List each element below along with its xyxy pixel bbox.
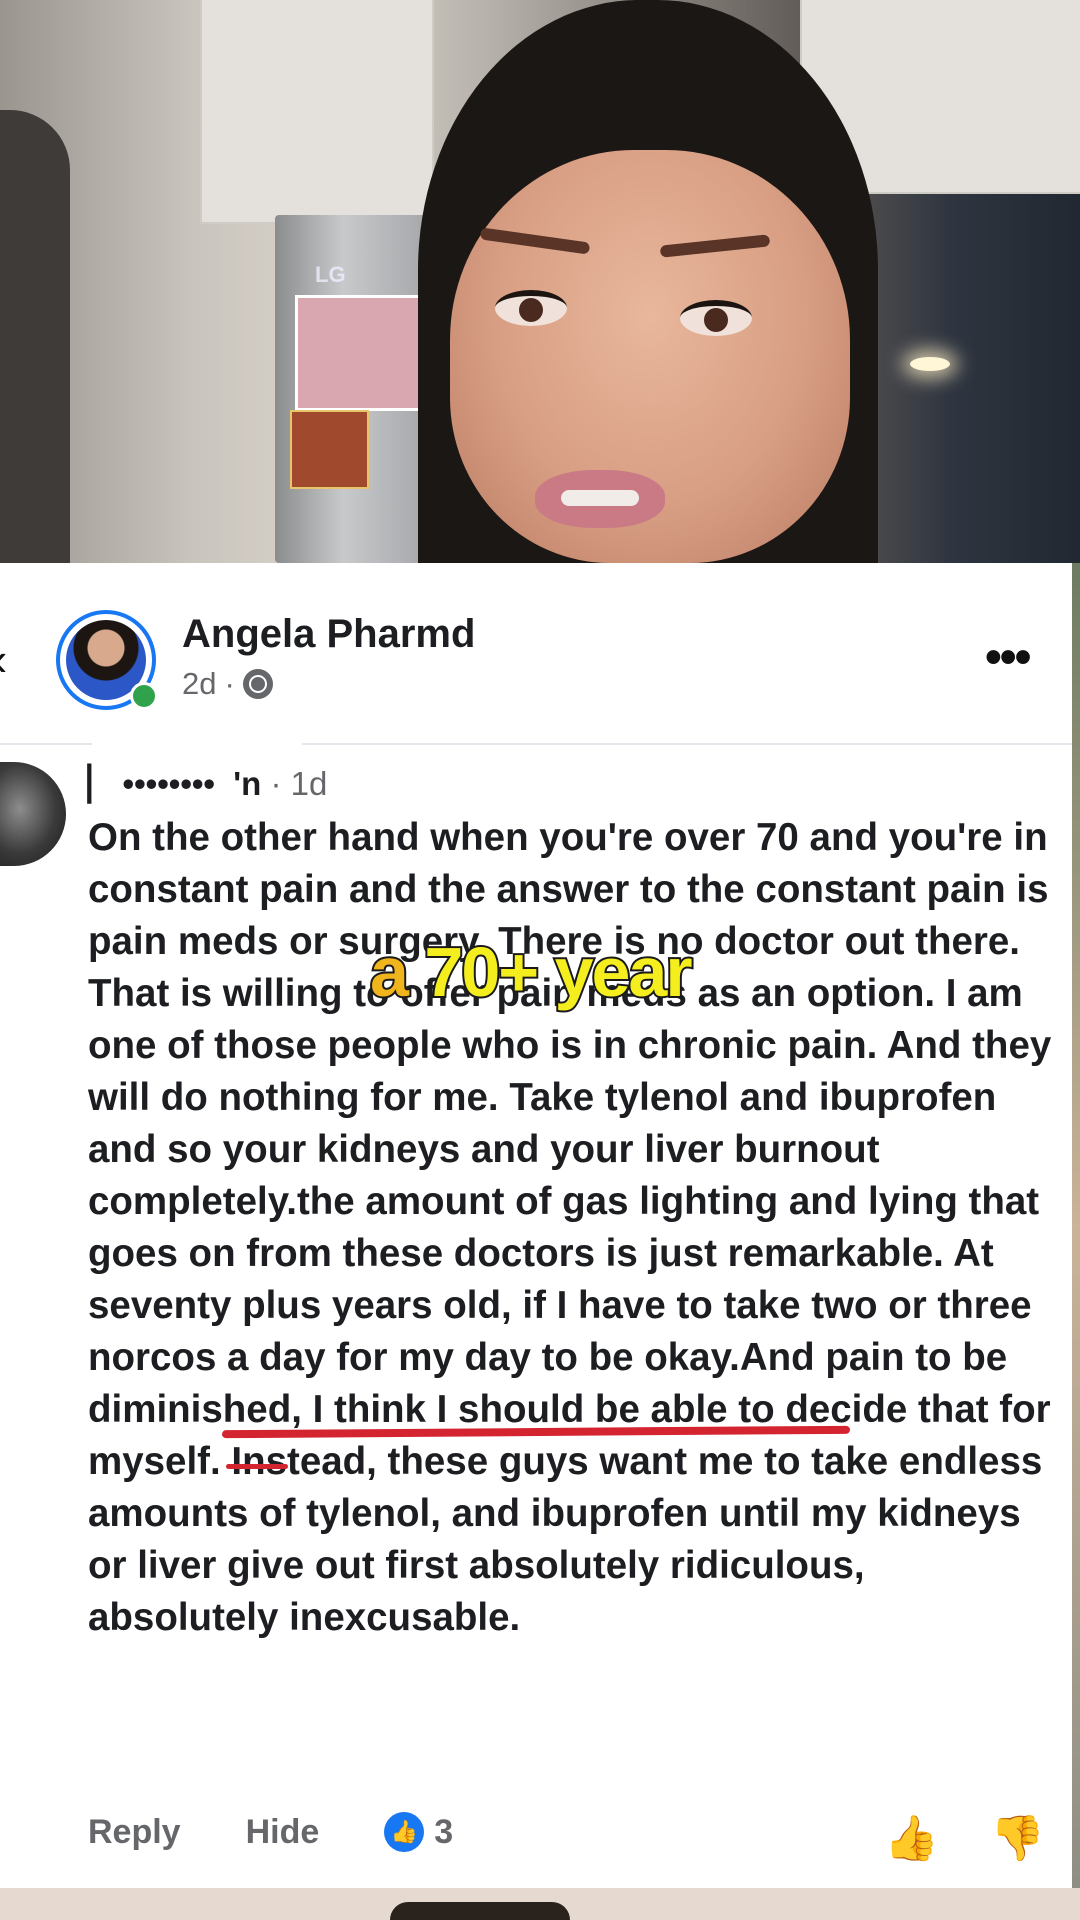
- fridge-logo: LG: [315, 262, 346, 287]
- background-edge: [1072, 563, 1080, 1888]
- caption-text: 70+ year: [406, 931, 694, 1013]
- meta-separator: ·: [224, 666, 235, 701]
- comment-time: · 1d: [270, 765, 328, 802]
- ceiling-light: [910, 357, 950, 371]
- fridge-photo-magnet: [295, 295, 431, 411]
- back-arrow-icon[interactable]: ‹: [0, 632, 7, 686]
- post-meta: 2d ·: [182, 666, 273, 702]
- post-author-name[interactable]: Angela Pharmd: [182, 612, 475, 657]
- red-strike: [226, 1464, 288, 1469]
- thumbs-down-icon[interactable]: 👎: [990, 1812, 1045, 1864]
- post-age: 2d: [182, 666, 217, 701]
- mouth: [535, 470, 665, 528]
- thumbs-up-icon[interactable]: 👍: [884, 1812, 939, 1864]
- comment-meta: ▏ •••••••• 'n · 1d: [88, 764, 327, 803]
- kitchen-cabinet: [200, 0, 434, 224]
- video-bottom-edge: [0, 1888, 1080, 1920]
- eye: [495, 290, 567, 326]
- online-status-dot: [130, 682, 158, 710]
- hide-button[interactable]: Hide: [246, 1813, 320, 1852]
- caption-highlight: a: [368, 931, 411, 1013]
- more-options-icon[interactable]: •••: [985, 630, 1031, 685]
- eye: [680, 300, 752, 336]
- video-frame: LG: [0, 0, 1080, 563]
- commenter-name[interactable]: ▏ •••••••• 'n: [88, 765, 261, 802]
- doorway: [0, 110, 70, 563]
- like-reaction-icon[interactable]: 👍: [384, 1812, 425, 1852]
- reply-button[interactable]: Reply: [88, 1813, 181, 1852]
- fridge-magnet: [290, 410, 369, 489]
- video-caption: a 70+ year: [368, 931, 695, 1013]
- reaction-count[interactable]: 3: [434, 1813, 453, 1852]
- comment-actions: Reply Hide 👍 3: [88, 1812, 453, 1852]
- globe-icon: [242, 669, 273, 699]
